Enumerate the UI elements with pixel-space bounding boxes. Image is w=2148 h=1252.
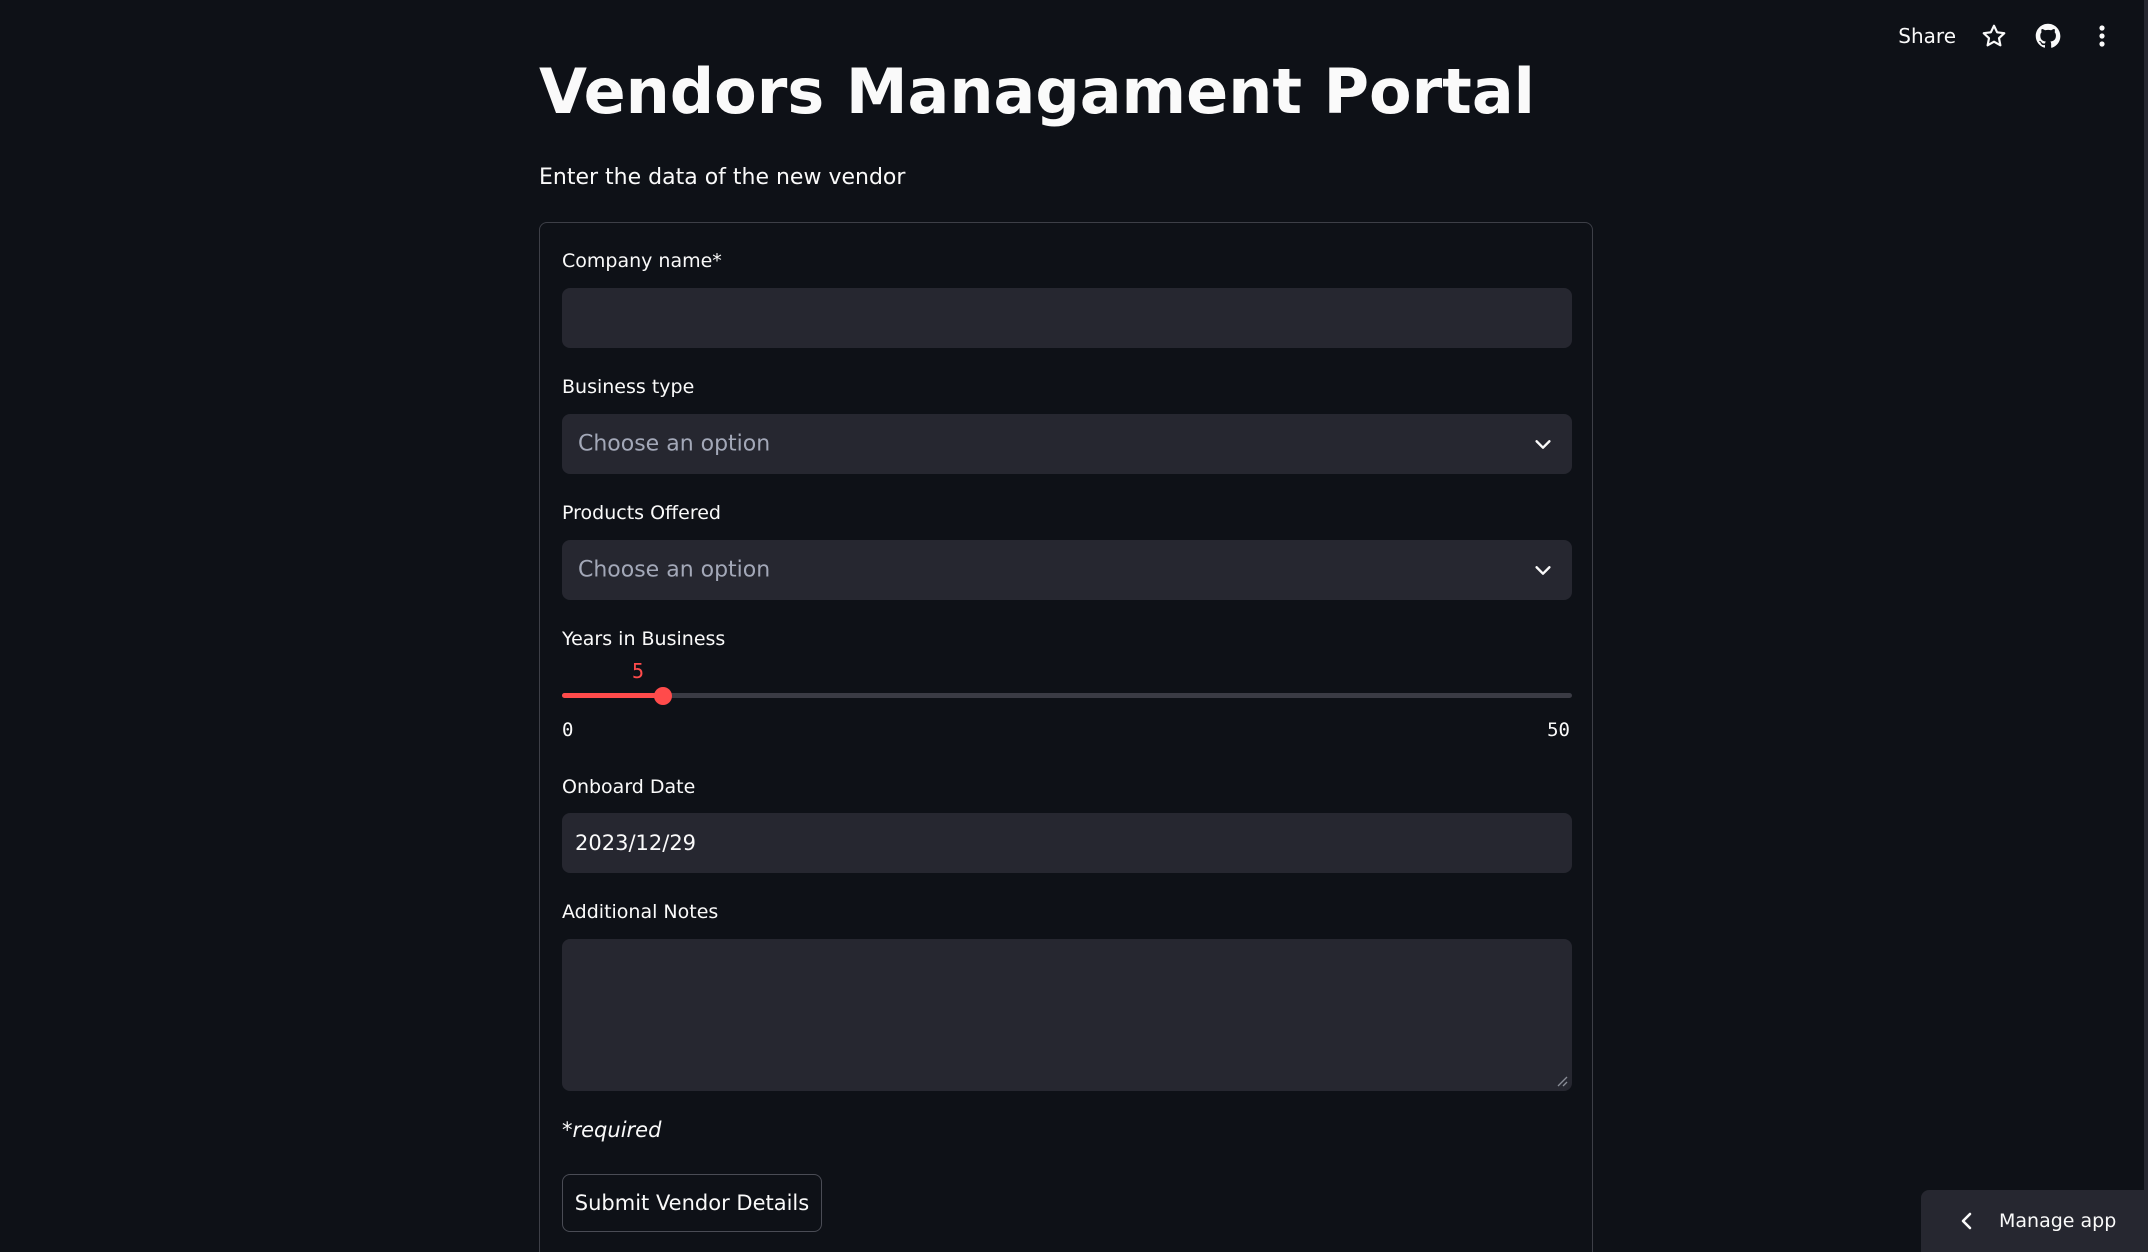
years-slider-track[interactable]	[562, 693, 1572, 698]
manage-app-button[interactable]: Manage app	[1921, 1190, 2144, 1252]
business-type-placeholder: Choose an option	[578, 431, 771, 457]
products-offered-select[interactable]: Choose an option	[562, 540, 1572, 600]
app-root: Share Vendors Managament Portal Enter th…	[0, 0, 2148, 1252]
slider-value: 5	[632, 659, 645, 683]
page-subtitle: Enter the data of the new vendor	[539, 165, 906, 190]
onboard-date-value: 2023/12/29	[575, 831, 697, 855]
onboard-date-input[interactable]: 2023/12/29	[562, 813, 1572, 873]
chevron-down-icon	[1535, 566, 1551, 575]
onboard-date-label: Onboard Date	[562, 776, 696, 798]
business-type-label: Business type	[562, 376, 695, 398]
star-icon[interactable]	[1978, 20, 2010, 52]
business-type-select[interactable]: Choose an option	[562, 414, 1572, 474]
company-name-label: Company name*	[562, 250, 722, 272]
years-in-business-label: Years in Business	[562, 628, 726, 650]
years-slider-fill	[562, 693, 663, 698]
share-button[interactable]: Share	[1898, 24, 1956, 48]
top-toolbar: Share	[1898, 20, 2118, 52]
slider-min-label: 0	[562, 719, 574, 741]
chevron-left-icon	[1961, 1212, 1972, 1230]
additional-notes-label: Additional Notes	[562, 901, 719, 923]
page-title: Vendors Managament Portal	[539, 55, 1535, 128]
products-offered-label: Products Offered	[562, 502, 721, 524]
chevron-down-icon	[1535, 440, 1551, 449]
manage-app-label: Manage app	[1999, 1210, 2117, 1232]
products-offered-placeholder: Choose an option	[578, 557, 771, 583]
scrollbar[interactable]	[2144, 0, 2148, 1252]
kebab-menu-icon[interactable]	[2086, 20, 2118, 52]
slider-max-label: 50	[1547, 719, 1570, 741]
required-note: *required	[562, 1118, 662, 1142]
submit-vendor-button[interactable]: Submit Vendor Details	[562, 1174, 822, 1232]
additional-notes-textarea[interactable]	[562, 939, 1572, 1091]
resize-handle-icon[interactable]	[1556, 1075, 1568, 1087]
company-name-input[interactable]	[562, 288, 1572, 348]
years-slider-thumb[interactable]	[654, 687, 672, 705]
vendor-form: Company name* Business type Choose an op…	[539, 222, 1593, 1252]
github-icon[interactable]	[2032, 20, 2064, 52]
